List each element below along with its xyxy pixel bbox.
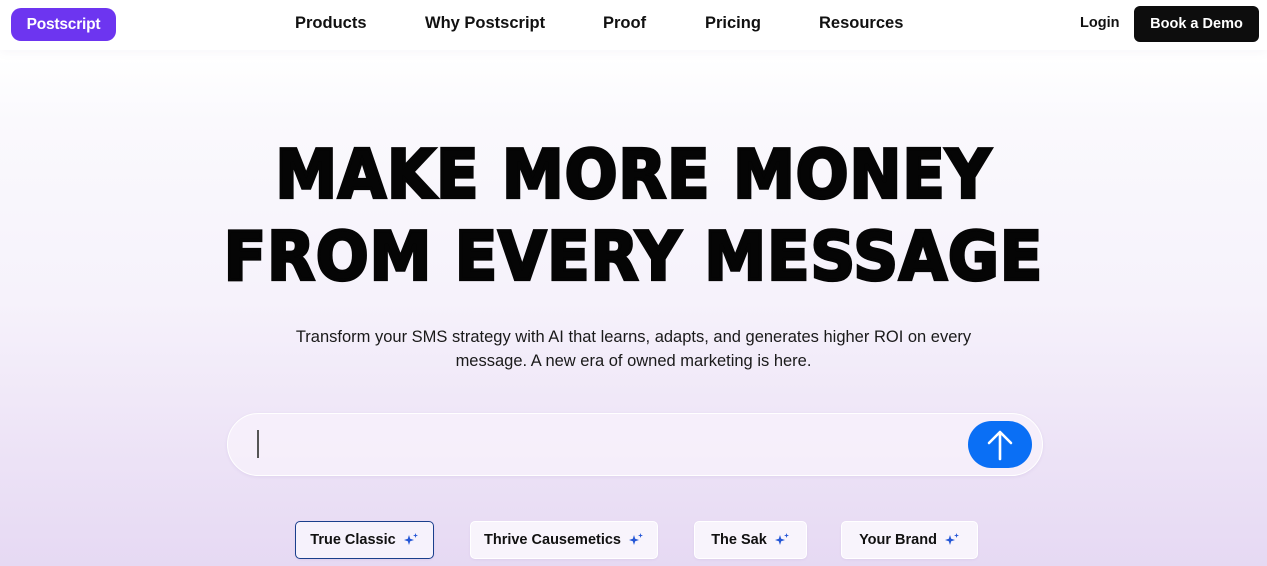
example-chip-thrive-causemetics[interactable]: Thrive Causemetics xyxy=(470,521,658,559)
send-prompt-button[interactable] xyxy=(968,421,1032,468)
chip-label: The Sak xyxy=(711,532,767,548)
text-cursor xyxy=(257,430,259,458)
postscript-logo[interactable]: Postscript xyxy=(11,8,116,41)
sparkle-icon xyxy=(628,532,644,548)
nav-link-why-postscript[interactable]: Why Postscript xyxy=(425,14,545,33)
ai-prompt-bar xyxy=(227,413,1043,476)
chip-label: Thrive Causemetics xyxy=(483,532,621,548)
example-chip-true-classic[interactable]: True Classic xyxy=(295,521,434,559)
nav-link-resources[interactable]: Resources xyxy=(819,14,903,33)
login-link[interactable]: Login xyxy=(1080,15,1119,31)
hero-headline-line-1: MAKE MORE MONEY xyxy=(274,133,992,215)
arrow-up-icon xyxy=(987,430,1013,460)
nav-link-products[interactable]: Products xyxy=(295,14,367,33)
example-chip-the-sak[interactable]: The Sak xyxy=(694,521,807,559)
chip-label: Your Brand xyxy=(859,532,937,548)
book-demo-button[interactable]: Book a Demo xyxy=(1134,6,1259,42)
hero-headline-line-2: FROM EVERY MESSAGE xyxy=(222,215,1044,297)
sparkle-icon xyxy=(403,532,419,548)
chip-label: True Classic xyxy=(310,532,396,548)
example-chip-your-brand[interactable]: Your Brand xyxy=(841,521,978,559)
ai-prompt-input[interactable] xyxy=(256,428,956,462)
hero-subtitle-line-1: Transform your SMS strategy with AI that… xyxy=(295,328,972,346)
nav-link-pricing[interactable]: Pricing xyxy=(705,14,761,33)
nav-link-proof[interactable]: Proof xyxy=(603,14,646,33)
sparkle-icon xyxy=(774,532,790,548)
top-navigation: Postscript Products Why Postscript Proof… xyxy=(0,0,1267,50)
sparkle-icon xyxy=(944,532,960,548)
hero-subtitle-line-2: message. A new era of owned marketing is… xyxy=(455,352,812,370)
